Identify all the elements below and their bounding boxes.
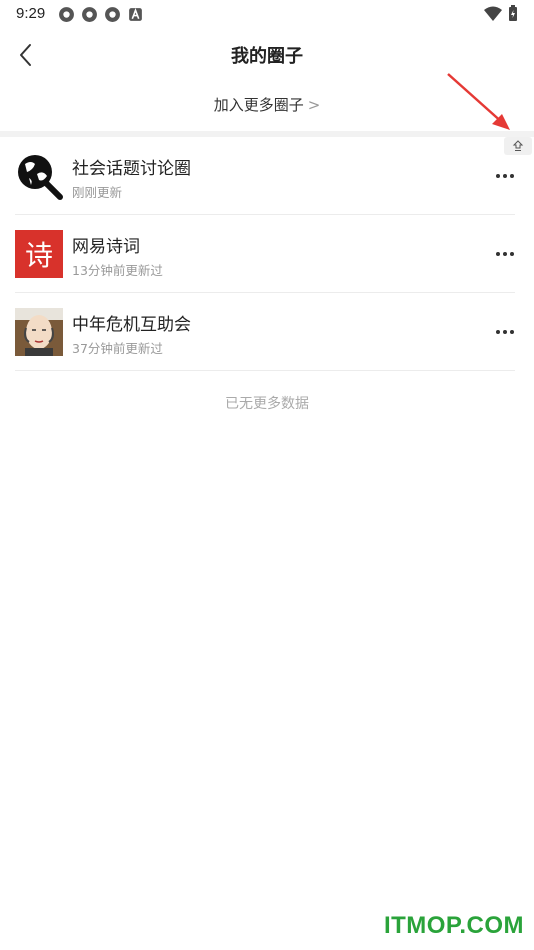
more-options-button[interactable]	[495, 163, 515, 189]
no-more-data-text: 已无更多数据	[225, 396, 309, 412]
aperture-icon	[105, 7, 120, 22]
chevron-right-icon: >	[307, 96, 321, 114]
list-item[interactable]: 中年危机互助会 37分钟前更新过	[15, 293, 515, 371]
circle-name: 社会话题讨论圈	[72, 159, 191, 179]
poetry-avatar-text: 诗	[24, 239, 53, 272]
status-bar: 9:29	[0, 0, 534, 30]
globe-magnifier-icon	[15, 152, 63, 200]
more-options-button[interactable]	[495, 241, 515, 267]
notification-icons	[58, 6, 144, 23]
update-time: 13分钟前更新过	[72, 263, 163, 278]
aperture-icon	[59, 7, 74, 22]
watermark: ITMOP.COM	[383, 912, 524, 939]
poetry-icon: 诗	[15, 230, 63, 278]
system-icons	[484, 5, 518, 22]
aperture-icon	[82, 7, 97, 22]
circle-name: 中年危机互助会	[72, 315, 191, 335]
join-more-circles-link[interactable]: 加入更多圈子 >	[0, 94, 534, 118]
update-time: 刚刚更新	[72, 185, 123, 200]
wifi-icon	[484, 6, 502, 21]
list-item[interactable]: 诗 网易诗词 13分钟前更新过	[15, 215, 515, 293]
battery-icon	[509, 5, 517, 21]
update-time: 37分钟前更新过	[72, 341, 163, 356]
page-title: 我的圈子	[231, 46, 303, 67]
circle-name: 网易诗词	[72, 237, 140, 257]
circle-list: 社会话题讨论圈 刚刚更新 诗 网易诗词 13分钟前更新过 中年危机互助会 37分…	[15, 137, 515, 371]
more-options-button[interactable]	[495, 319, 515, 345]
status-time: 9:29	[16, 5, 46, 22]
app-a-icon	[129, 7, 142, 21]
list-item[interactable]: 社会话题讨论圈 刚刚更新	[15, 137, 515, 215]
join-more-label: 加入更多圈子	[213, 96, 304, 114]
bald-man-icon	[15, 308, 63, 356]
